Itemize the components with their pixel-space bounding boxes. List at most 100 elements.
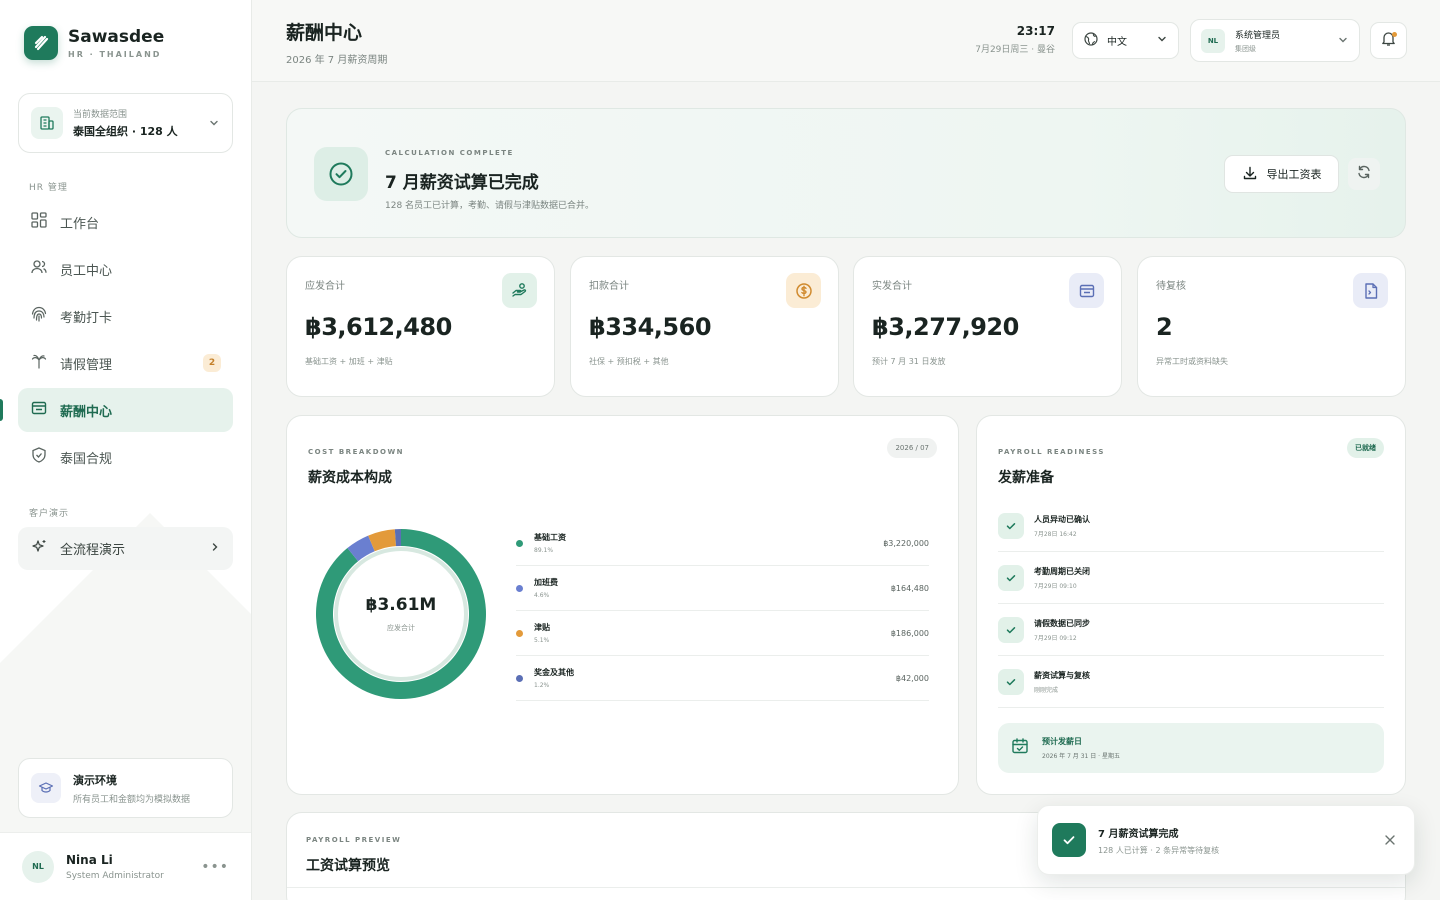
avatar: NL	[1201, 28, 1225, 53]
legend-row[interactable]: 基础工资 89.1% ฿3,220,000	[516, 521, 929, 566]
stat-label: 扣款合计	[589, 281, 629, 292]
brand-tagline: HR · THAILAND	[68, 50, 162, 59]
sidebar: Sawasdee HR · THAILAND 当前数据范围 泰国全组织 · 12…	[0, 0, 252, 900]
notifications-button[interactable]	[1370, 22, 1407, 59]
fingerprint-icon	[30, 305, 48, 327]
sidebar-item-attendance[interactable]: 考勤打卡	[18, 294, 233, 338]
coin-icon	[786, 273, 821, 308]
sidebar-item-label: 工作台	[60, 216, 100, 232]
stat-card-net: 实发合计 ฿3,277,920 预计 7 月 31 日发放	[853, 256, 1122, 397]
stat-card-deductions: 扣款合计 ฿334,560 社保 + 预扣税 + 其他	[570, 256, 839, 397]
legend-amount: ฿164,480	[890, 583, 929, 593]
legend-row[interactable]: 津贴 5.1% ฿186,000	[516, 611, 929, 656]
brand-logo-icon	[24, 26, 58, 60]
user-menu[interactable]: NL 系统管理员 集团级	[1190, 19, 1360, 62]
stat-subtitle: 预计 7 月 31 日发放	[872, 357, 946, 366]
clock: 23:17 7月29日周三 · 曼谷	[975, 24, 1055, 55]
payday-title: 预计发薪日	[1042, 737, 1082, 746]
more-options-icon[interactable]: •••	[201, 859, 229, 875]
brand-name: Sawasdee	[68, 27, 165, 47]
stat-card-review: 待复核 2 异常工时或资料缺失	[1137, 256, 1406, 397]
globe-icon	[1083, 31, 1099, 50]
banner-title: 7 月薪资试算已完成	[385, 173, 539, 193]
sidebar-item-payroll[interactable]: 薪酬中心	[18, 388, 233, 432]
sidebar-item-compliance[interactable]: 泰国合规	[18, 435, 233, 479]
graduation-cap-icon	[31, 773, 61, 803]
legend-percent: 89.1%	[534, 547, 554, 554]
sidebar-item-employees[interactable]: 员工中心	[18, 247, 233, 291]
chevron-down-icon	[1337, 31, 1349, 50]
stat-label: 应发合计	[305, 281, 345, 292]
clock-time: 23:17	[1016, 24, 1055, 38]
refresh-icon	[1356, 164, 1372, 184]
chevron-right-icon	[209, 541, 221, 557]
brand[interactable]: Sawasdee HR · THAILAND	[24, 26, 164, 60]
export-payroll-button[interactable]: 导出工资表	[1224, 155, 1339, 193]
stat-value: ฿3,277,920	[872, 313, 1019, 341]
cost-legend: 基础工资 89.1% ฿3,220,000 加班费 4.6% ฿164,480 …	[516, 521, 929, 701]
check-time: 7月29日 09:10	[1034, 582, 1077, 590]
env-title: 演示环境	[73, 773, 117, 787]
legend-name: 加班费	[534, 578, 558, 587]
toast-title: 7 月薪资试算完成	[1098, 828, 1179, 840]
data-scope-selector[interactable]: 当前数据范围 泰国全组织 · 128 人	[18, 93, 233, 153]
legend-row[interactable]: 奖金及其他 1.2% ฿42,000	[516, 656, 929, 701]
payday-date: 2026 年 7 月 31 日 · 星期五	[1042, 753, 1120, 760]
sidebar-item-leave[interactable]: 请假管理 2	[18, 341, 233, 385]
language-selector[interactable]: 中文	[1072, 22, 1179, 59]
wallet-icon	[1069, 273, 1104, 308]
download-icon	[1242, 165, 1258, 184]
close-icon[interactable]	[1380, 830, 1400, 850]
check-time: 7月29日 09:12	[1034, 634, 1077, 642]
readiness-title: 发薪准备	[998, 470, 1054, 486]
readiness-checklist: 人员异动已确认 7月28日 16:42 考勤周期已关闭 7月29日 09:10 请假…	[998, 500, 1384, 708]
wallet-icon	[30, 399, 48, 421]
check-title: 薪资试算与复核	[1034, 670, 1090, 680]
legend-row[interactable]: 加班费 4.6% ฿164,480	[516, 566, 929, 611]
full-flow-demo-button[interactable]: 全流程演示	[18, 527, 233, 570]
legend-name: 津贴	[534, 623, 550, 632]
calendar-check-icon	[1010, 736, 1030, 760]
stat-label: 实发合计	[872, 281, 912, 292]
legend-percent: 4.6%	[534, 592, 550, 599]
sidebar-item-dashboard[interactable]: 工作台	[18, 200, 233, 244]
user-role: System Administrator	[66, 870, 164, 881]
check-icon	[998, 668, 1024, 695]
payroll-readiness-card: PAYROLL READINESS 发薪准备 已就绪 人员异动已确认 7月28日 …	[976, 415, 1406, 795]
banner-kicker: CALCULATION COMPLETE	[385, 149, 514, 157]
stat-subtitle: 社保 + 预扣税 + 其他	[589, 357, 669, 366]
check-icon	[998, 564, 1024, 591]
preview-kicker: PAYROLL PREVIEW	[306, 836, 402, 844]
check-title: 请假数据已同步	[1034, 618, 1090, 628]
chevron-down-icon	[208, 114, 220, 133]
cost-title: 薪资成本构成	[308, 470, 392, 486]
sparkle-icon	[30, 538, 48, 560]
cost-breakdown-card: COST BREAKDOWN 薪资成本构成 2026 / 07 ฿3.61M 应…	[286, 415, 959, 795]
palm-tree-icon	[30, 352, 48, 374]
preview-title: 工资试算预览	[306, 858, 390, 874]
check-time: 刚刚完成	[1034, 686, 1059, 694]
checklist-item: 请假数据已同步 7月29日 09:12	[998, 604, 1384, 656]
stat-subtitle: 异常工时或资料缺失	[1156, 357, 1228, 366]
leave-count-badge: 2	[203, 354, 221, 372]
page-subtitle: 2026 年 7 月薪资周期	[286, 55, 388, 66]
section-label-hr: HR 管理	[29, 183, 68, 193]
user-menu-sub: 集团级	[1235, 44, 1256, 53]
building-icon	[31, 107, 63, 139]
legend-name: 奖金及其他	[534, 668, 574, 677]
readiness-kicker: PAYROLL READINESS	[998, 448, 1105, 456]
toast-subtitle: 128 人已计算 · 2 条异常等待复核	[1098, 845, 1220, 855]
users-icon	[30, 258, 48, 280]
file-icon	[1353, 273, 1388, 308]
check-circle-icon	[314, 147, 368, 201]
clock-date: 7月29日周三 · 曼谷	[975, 45, 1055, 55]
check-icon	[998, 616, 1024, 643]
checklist-item: 薪资试算与复核 刚刚完成	[998, 656, 1384, 708]
language-label: 中文	[1107, 37, 1127, 48]
stat-subtitle: 基础工资 + 加班 + 津贴	[305, 357, 393, 366]
grid-icon	[30, 211, 48, 233]
export-label: 导出工资表	[1266, 168, 1322, 181]
chevron-down-icon	[1156, 33, 1168, 48]
current-user[interactable]: NL Nina Li System Administrator •••	[0, 832, 251, 900]
refresh-button[interactable]	[1348, 158, 1380, 190]
